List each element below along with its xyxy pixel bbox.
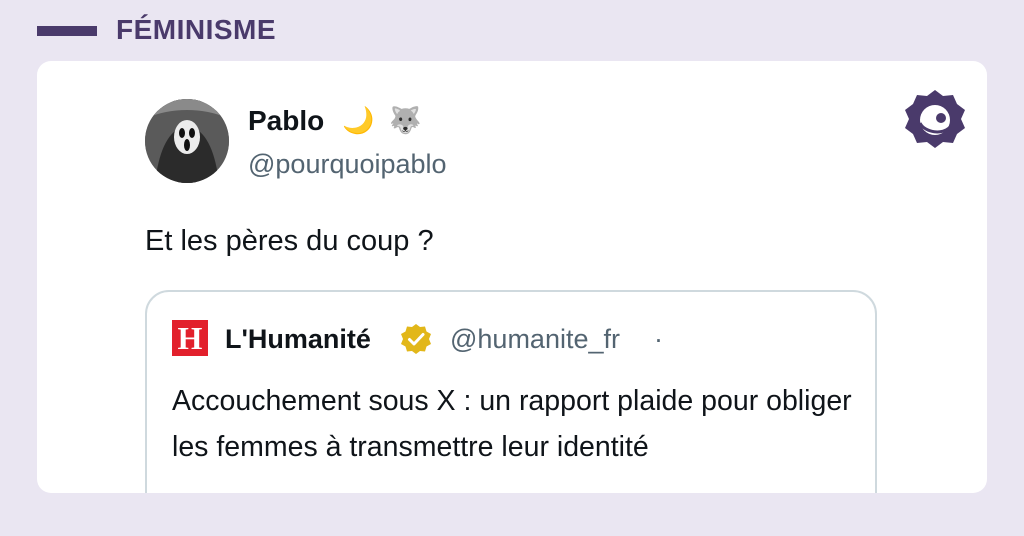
brand-logo-icon [903, 87, 967, 151]
humanite-logo-icon: H [172, 320, 208, 356]
quoted-tweet[interactable]: H L'Humanité @humanite_fr · Accouchement… [145, 290, 877, 493]
author-handle[interactable]: @pourquoipablo [248, 149, 447, 180]
quoted-tweet-text: Accouchement sous X : un rapport plaide … [172, 385, 852, 463]
tweet-text: Et les pères du coup ? [145, 225, 434, 257]
verified-badge-icon [399, 322, 433, 356]
author-avatar[interactable] [145, 99, 229, 183]
category-label: FÉMINISME [116, 14, 277, 45]
wolf-emoji-icon: 🐺 [389, 105, 422, 135]
moon-emoji-icon: 🌙 [342, 105, 375, 135]
quoted-author-name[interactable]: L'Humanité [225, 324, 371, 355]
logo-letter: H [177, 320, 203, 356]
category-bar [37, 26, 97, 36]
author-name[interactable]: Pablo [248, 105, 324, 137]
separator-dot: · [654, 324, 663, 354]
ghostface-avatar-icon [145, 99, 229, 183]
tweet-card: Pablo 🌙 🐺 @pourquoipablo Et les pères du… [37, 61, 987, 493]
quoted-author-handle[interactable]: @humanite_fr [450, 324, 620, 355]
